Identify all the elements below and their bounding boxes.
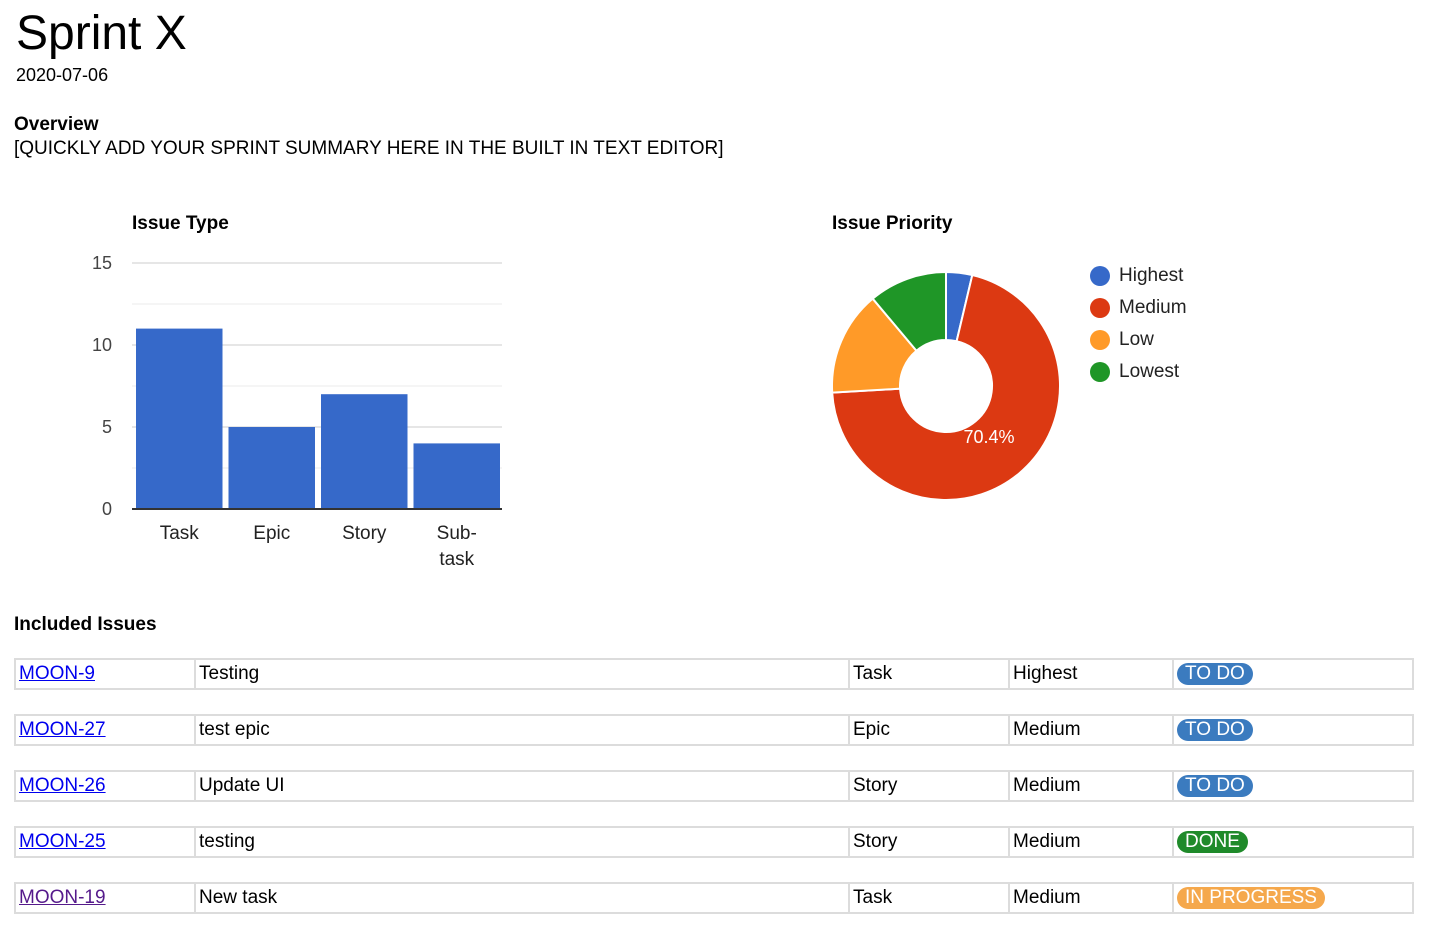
bar-task [136,328,223,509]
issue-type-cell: Task [848,658,1008,690]
overview-heading: Overview [14,114,99,135]
slice-label: 70.4% [963,427,1014,447]
issue-priority-legend: Highest Medium Low Lowest [1090,260,1187,388]
issue-type-cell: Story [848,770,1008,802]
issue-priority-cell: Medium [1008,826,1172,858]
legend-label: Highest [1119,265,1184,286]
sprint-date: 2020-07-06 [16,65,109,85]
issue-row: MOON-27 test epic Epic Medium TO DO [14,714,1414,746]
legend-item-lowest: Lowest [1090,356,1187,388]
legend-swatch [1090,362,1110,382]
issue-type-cell: Task [848,882,1008,914]
bar-sub-task [413,443,500,509]
issue-key-link[interactable]: MOON-19 [19,887,106,908]
issue-key-cell: MOON-27 [14,714,194,746]
issue-priority-cell: Medium [1008,882,1172,914]
legend-swatch [1090,298,1110,318]
legend-item-medium: Medium [1090,292,1187,324]
legend-item-low: Low [1090,324,1187,356]
x-tick-label: Sub- [437,523,477,544]
included-issues-table: MOON-9 Testing Task Highest TO DO MOON-27 test… [14,634,1414,938]
issue-key-link[interactable]: MOON-27 [19,719,106,740]
status-badge: TO DO [1177,775,1253,797]
x-tick-label: task [439,549,474,570]
status-badge: TO DO [1177,663,1253,685]
issue-priority-donut-chart: 70.4% [831,270,1061,501]
issue-summary-cell: Update UI [194,770,848,802]
issue-type-cell: Epic [848,714,1008,746]
legend-label: Low [1119,329,1154,350]
issue-summary-cell: New task [194,882,848,914]
issue-summary-cell: Testing [194,658,848,690]
legend-label: Lowest [1119,361,1180,382]
issue-status-cell: IN PROGRESS [1172,882,1414,914]
bar-story [321,394,408,509]
y-tick-label: 0 [102,499,112,519]
y-tick-label: 15 [92,253,112,273]
issue-status-cell: TO DO [1172,658,1414,690]
y-tick-label: 10 [92,335,112,355]
legend-swatch [1090,330,1110,350]
issue-type-chart-title: Issue Type [132,213,229,234]
issue-type-bar-chart: 0 5 10 15 Task Epic Story Sub-task [92,253,502,570]
issue-status-cell: TO DO [1172,770,1414,802]
status-badge: DONE [1177,831,1248,853]
x-tick-label: Story [342,523,387,544]
x-tick-label: Task [160,523,200,544]
issue-key-cell: MOON-9 [14,658,194,690]
legend-label: Medium [1119,297,1187,318]
issue-status-cell: TO DO [1172,714,1414,746]
issue-key-link[interactable]: MOON-26 [19,775,106,796]
issue-row: MOON-9 Testing Task Highest TO DO [14,658,1414,690]
x-tick-label: Epic [253,523,290,544]
y-tick-label: 5 [102,417,112,437]
bar-epic [228,427,315,509]
issue-priority-cell: Highest [1008,658,1172,690]
issue-priority-chart-title: Issue Priority [832,213,953,234]
issue-priority-cell: Medium [1008,714,1172,746]
issue-key-cell: MOON-25 [14,826,194,858]
issue-row: MOON-25 testing Story Medium DONE [14,826,1414,858]
overview-text: [QUICKLY ADD YOUR SPRINT SUMMARY HERE IN… [14,138,724,159]
issue-key-link[interactable]: MOON-25 [19,831,106,852]
issue-key-cell: MOON-26 [14,770,194,802]
issue-type-cell: Story [848,826,1008,858]
issue-row: MOON-26 Update UI Story Medium TO DO [14,770,1414,802]
page-title: Sprint X [16,7,187,60]
status-badge: IN PROGRESS [1177,887,1325,909]
issue-status-cell: DONE [1172,826,1414,858]
issue-summary-cell: testing [194,826,848,858]
included-issues-heading: Included Issues [14,614,157,635]
issue-row: MOON-19 New task Task Medium IN PROGRESS [14,882,1414,914]
issue-priority-cell: Medium [1008,770,1172,802]
legend-swatch [1090,266,1110,286]
legend-item-highest: Highest [1090,260,1187,292]
issue-summary-cell: test epic [194,714,848,746]
status-badge: TO DO [1177,719,1253,741]
issue-key-cell: MOON-19 [14,882,194,914]
issue-key-link[interactable]: MOON-9 [19,663,95,684]
